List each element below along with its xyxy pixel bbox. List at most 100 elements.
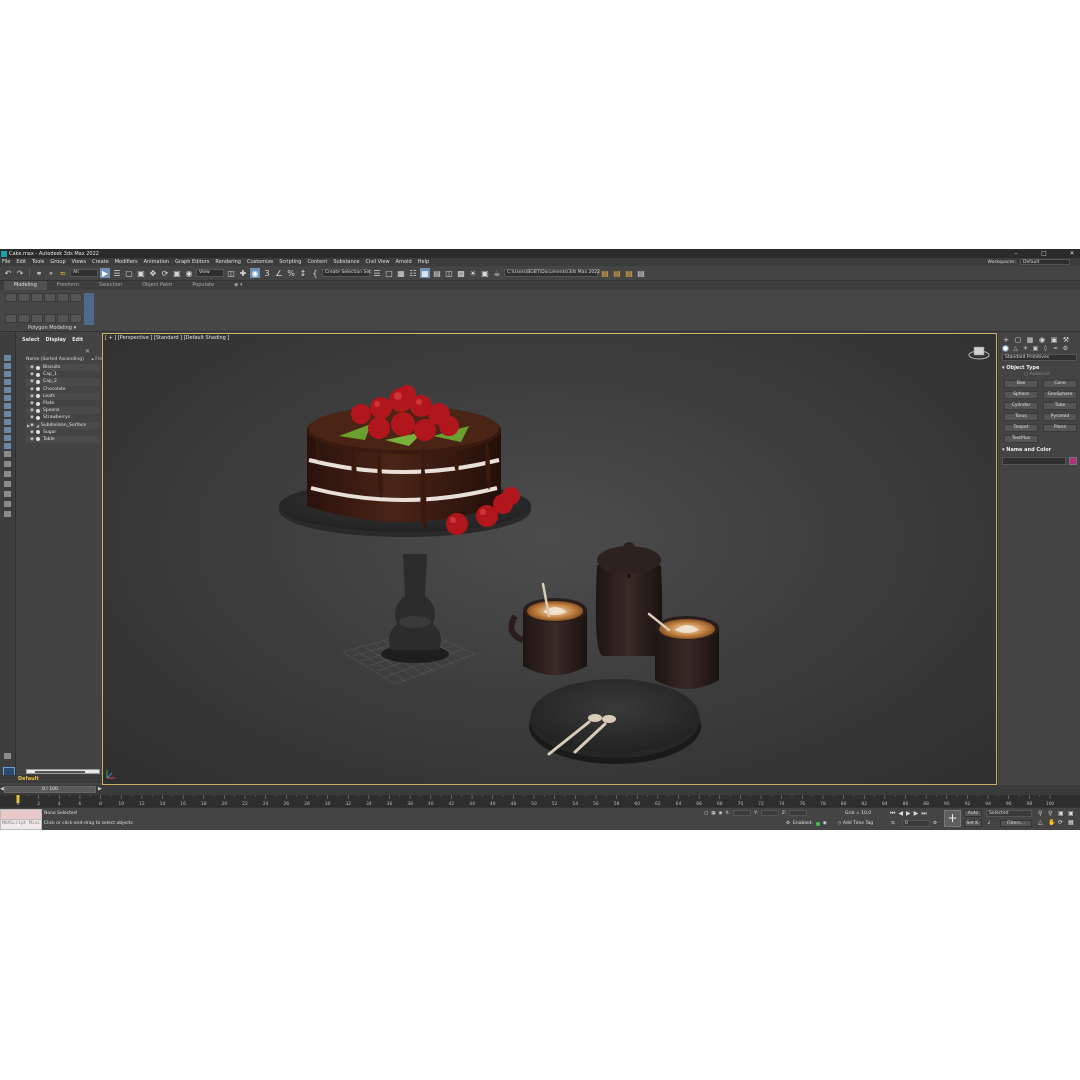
bones-filter-icon[interactable] [4,451,11,457]
selection-filter-dropdown[interactable]: All [70,269,98,277]
cylinder-button[interactable]: Cylinder [1004,402,1038,410]
list-item[interactable]: ◉ Spoons [26,407,100,415]
list-item[interactable]: ◉ Strawberrys [26,414,100,421]
select-by-name-icon[interactable]: ☰ [112,268,122,278]
ribbon-tool[interactable] [18,293,30,302]
select-place-icon[interactable]: ◉ [184,268,194,278]
plane-button[interactable]: Plane [1043,424,1077,432]
rendered-frame-window-icon[interactable]: ▣ [480,268,490,278]
modify-tab-icon[interactable]: ▢ [1014,336,1022,344]
shapes-filter-icon[interactable] [4,395,11,401]
lights-icon[interactable]: ☀ [1022,345,1029,352]
schematic-view-icon[interactable]: ◫ [444,268,454,278]
menu-file[interactable]: File [2,259,10,265]
reference-coordinate-dropdown[interactable]: View [196,269,224,277]
menu-substance[interactable]: Substance [333,259,359,265]
unlink-icon[interactable]: ⚬ [46,268,56,278]
minimize-icon[interactable]: – [1012,250,1020,257]
spacewarps-filter-icon[interactable] [4,427,11,433]
all-filters-icon[interactable] [4,491,11,497]
time-slider-thumb[interactable]: 0 / 100 [4,786,96,793]
menu-civil-view[interactable]: Civil View [365,259,389,265]
spinner-snap-icon[interactable]: ↕ [298,268,308,278]
explorer-tab-edit[interactable]: Edit [72,337,83,345]
collapse-down-icon[interactable] [4,753,11,759]
xrefs-filter-icon[interactable] [4,443,11,449]
display-tab-icon[interactable]: ▣ [1050,336,1058,344]
object-name-input[interactable] [1002,457,1067,465]
scrollbar-thumb[interactable] [35,771,85,773]
select-scale-icon[interactable]: ▣ [172,268,182,278]
explorer-column-header[interactable]: Name (Sorted Ascending) ▴ Fro [26,357,102,363]
list-item[interactable]: ◉ Plate [26,400,100,407]
list-item[interactable]: ◉ Biscuits [26,364,100,372]
pyramid-button[interactable]: Pyramid [1043,413,1077,421]
curve-editor-icon[interactable]: ▤ [432,268,442,278]
zoom-extents-all-icon[interactable]: ▣ [1068,810,1077,817]
menu-create[interactable]: Create [92,259,109,265]
open-folder-icon[interactable]: ▤ [612,268,622,278]
key-filter-dropdown[interactable]: Selected [986,810,1032,817]
eye-icon[interactable]: ◉ [30,387,35,392]
previous-key-icon[interactable]: ◀ [898,810,903,818]
menu-customize[interactable]: Customize [247,259,273,265]
workspace-dropdown[interactable]: Default [1020,259,1070,265]
menu-views[interactable]: Views [72,259,86,265]
time-slider[interactable]: ◀ 0 / 100 ▶ [0,785,1080,795]
menu-content[interactable]: Content [307,259,327,265]
track-bar[interactable]: 0 2 4 6 8 10 12 14 16 18 20 22 24 26 28 30 32 34 36 38 40 42 4… [0,795,1080,807]
eye-icon[interactable]: ◉ [30,423,35,428]
ribbon-tool[interactable] [57,314,69,323]
close-icon[interactable]: ✕ [85,348,90,355]
geometry-filter-icon[interactable] [4,387,11,393]
mirror-icon[interactable]: ☰ [372,268,382,278]
percent-snap-icon[interactable]: % [286,268,296,278]
display-all-icon[interactable] [4,371,11,377]
eye-icon[interactable]: ◉ [30,430,35,435]
menu-scripting[interactable]: Scripting [279,259,301,265]
default-in-out-icon[interactable]: ↲ [987,821,991,826]
play-icon[interactable]: ▶ [906,810,911,818]
select-move-icon[interactable]: ✥ [148,268,158,278]
ribbon-tool[interactable] [70,293,82,302]
create-tab-icon[interactable]: + [1002,336,1010,344]
tab-modeling[interactable]: Modeling [4,281,47,290]
project-settings-icon[interactable]: ▤ [636,268,646,278]
systems-icon[interactable]: ⚙ [1062,345,1069,352]
time-config-icon[interactable]: ◉ [823,821,827,826]
toggle-ribbon-icon[interactable]: ▦ [420,268,430,278]
tab-selection[interactable]: Selection [89,281,132,290]
select-rotate-icon[interactable]: ⟳ [160,268,170,278]
ribbon-tool[interactable] [70,314,82,323]
select-objects-icon[interactable] [4,355,11,361]
maxscript-output[interactable] [1,810,41,820]
frozen-filter-icon[interactable] [4,471,11,477]
object-type-title[interactable]: ▾ Object Type [1002,365,1077,372]
project-folder-icon[interactable]: ▤ [600,268,610,278]
menu-rendering[interactable]: Rendering [215,259,241,265]
select-object-icon[interactable]: ▶ [100,268,110,278]
save-folder-icon[interactable]: ▤ [624,268,634,278]
ribbon-tool[interactable] [18,314,30,323]
go-to-start-icon[interactable]: ⏮ [890,810,895,818]
lights-filter-icon[interactable] [4,403,11,409]
object-color-swatch[interactable] [1069,457,1077,465]
eye-icon[interactable]: ◉ [30,379,35,384]
bind-space-warp-icon[interactable]: ≈ [58,268,68,278]
zoom-all-icon[interactable]: ⚲ [1048,810,1057,817]
cameras-icon[interactable]: ▣ [1032,345,1039,352]
list-item[interactable]: ◉ Cap_2 [26,378,100,386]
explorer-tab-select[interactable]: Select [22,337,39,345]
ribbon-tool[interactable] [31,293,43,302]
cameras-filter-icon[interactable] [4,411,11,417]
orbit-icon[interactable]: ⟳ [1058,819,1067,826]
snaps-toggle-icon[interactable]: 3 [262,268,272,278]
zoom-extents-icon[interactable]: ▣ [1058,810,1067,817]
space-warps-icon[interactable]: ≈ [1052,345,1059,352]
eye-icon[interactable]: ◉ [30,372,35,377]
display-invert-icon[interactable] [4,379,11,385]
time-configuration-icon[interactable]: ⚙ [933,821,937,826]
ribbon-side-tool[interactable] [84,293,94,325]
absolute-mode-icon[interactable]: ◉ [719,811,723,816]
ribbon-options-icon[interactable]: ◉ ▾ [224,281,252,290]
